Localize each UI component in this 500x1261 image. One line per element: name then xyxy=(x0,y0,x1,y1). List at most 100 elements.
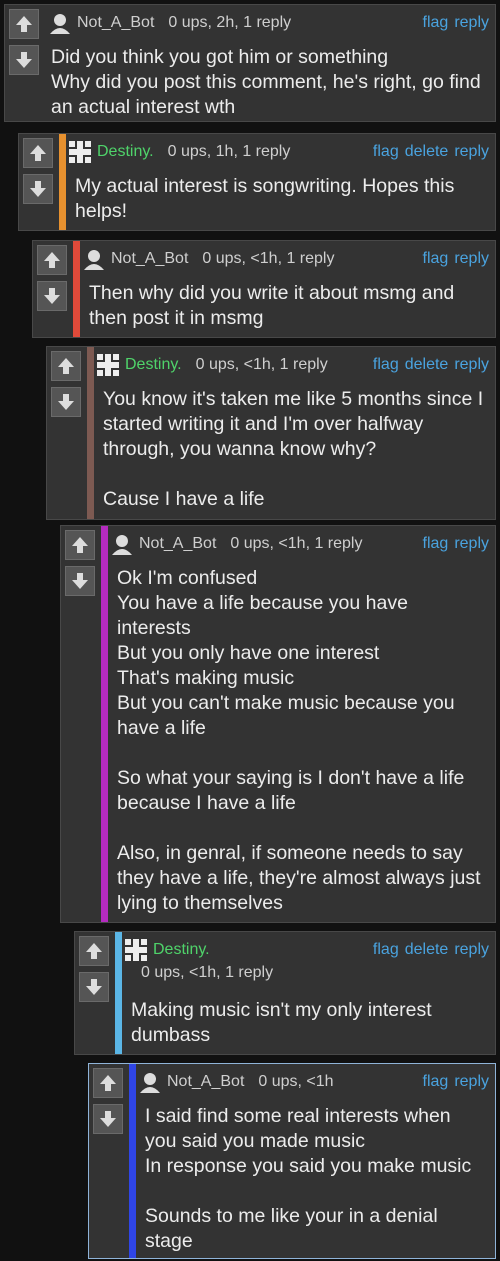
avatar xyxy=(69,141,91,163)
vote-controls xyxy=(37,245,69,317)
avatar xyxy=(97,354,119,376)
flag-link[interactable]: flag xyxy=(423,250,449,268)
comment-line: Cause I have a life xyxy=(103,488,265,510)
comment-header: Not_A_Bot 0 ups, <1h flag reply xyxy=(139,1068,489,1096)
vote-controls xyxy=(51,351,83,423)
comment-actions: flag delete reply xyxy=(373,356,489,374)
comment-header: Destiny. 0 ups, 1h, 1 reply flag delete … xyxy=(69,138,489,166)
thread-depth-stripe xyxy=(129,1064,136,1258)
identicon-avatar-icon xyxy=(125,939,147,961)
comment-meta: 0 ups, <1h, 1 reply xyxy=(141,964,274,981)
comment-line: But you only have one interest xyxy=(117,642,380,664)
thread-depth-stripe xyxy=(115,932,122,1054)
vote-controls xyxy=(9,9,41,81)
downvote-button[interactable] xyxy=(65,566,95,596)
delete-link[interactable]: delete xyxy=(405,941,449,959)
thread-depth-stripe xyxy=(73,241,80,337)
thread-depth-stripe xyxy=(59,134,66,230)
flag-link[interactable]: flag xyxy=(373,941,399,959)
upvote-button[interactable] xyxy=(37,245,67,275)
comment-actions: flag reply xyxy=(423,535,489,553)
vote-controls xyxy=(23,138,55,210)
comment-body: Ok I'm confused You have a life because … xyxy=(117,566,487,916)
comment-actions: flag delete reply xyxy=(373,941,489,959)
username[interactable]: Not_A_Bot xyxy=(111,250,188,268)
comment-6: Not_A_Bot 0 ups, <1h flag reply I said f… xyxy=(88,1063,496,1259)
comment-header: Not_A_Bot 0 ups, <1h, 1 reply flag reply xyxy=(83,245,489,273)
comment-line: My actual interest is songwriting. Hopes… xyxy=(75,175,455,222)
comment-5: Destiny. flag delete reply 0 ups, <1h, 1… xyxy=(74,931,496,1055)
reply-link[interactable]: reply xyxy=(454,535,489,553)
flag-link[interactable]: flag xyxy=(423,14,449,32)
downvote-button[interactable] xyxy=(93,1104,123,1134)
comment-line: Sounds to me like your in a denial stage xyxy=(145,1205,438,1252)
reply-link[interactable]: reply xyxy=(454,14,489,32)
upvote-button[interactable] xyxy=(51,351,81,381)
comment-meta: 0 ups, <1h, 1 reply xyxy=(202,250,335,267)
comment-line: You have a life because you have interes… xyxy=(117,592,408,639)
comment-line: I said find some real interests when you… xyxy=(145,1105,451,1152)
user-avatar-icon xyxy=(50,14,70,34)
comment-body: My actual interest is songwriting. Hopes… xyxy=(75,174,487,224)
arrow-down-icon xyxy=(44,288,60,304)
arrow-down-icon xyxy=(30,181,46,197)
comment-meta: 0 ups, <1h xyxy=(258,1073,334,1090)
arrow-up-icon xyxy=(86,943,102,959)
flag-link[interactable]: flag xyxy=(373,356,399,374)
comment-line: But you can't make music because you hav… xyxy=(117,692,455,739)
comment-body: Did you think you got him or something W… xyxy=(51,45,487,120)
comment-actions: flag reply xyxy=(423,250,489,268)
arrow-down-icon xyxy=(58,394,74,410)
flag-link[interactable]: flag xyxy=(423,1073,449,1091)
reply-link[interactable]: reply xyxy=(454,356,489,374)
delete-link[interactable]: delete xyxy=(405,356,449,374)
identicon-avatar-icon xyxy=(69,141,91,163)
reply-link[interactable]: reply xyxy=(454,250,489,268)
delete-link[interactable]: delete xyxy=(405,143,449,161)
avatar xyxy=(49,12,71,34)
comment-2: Not_A_Bot 0 ups, <1h, 1 reply flag reply… xyxy=(32,240,496,338)
username[interactable]: Not_A_Bot xyxy=(77,14,154,32)
avatar xyxy=(83,248,105,270)
arrow-up-icon xyxy=(100,1075,116,1091)
username[interactable]: Destiny. xyxy=(153,941,210,959)
arrow-up-icon xyxy=(44,252,60,268)
comment-body: Making music isn't my only interest dumb… xyxy=(131,998,487,1048)
comment-line: So what your saying is I don't have a li… xyxy=(117,767,465,814)
arrow-down-icon xyxy=(100,1111,116,1127)
downvote-button[interactable] xyxy=(37,281,67,311)
upvote-button[interactable] xyxy=(9,9,39,39)
username[interactable]: Destiny. xyxy=(125,356,182,374)
username[interactable]: Not_A_Bot xyxy=(167,1073,244,1091)
downvote-button[interactable] xyxy=(79,972,109,1002)
username[interactable]: Not_A_Bot xyxy=(139,535,216,553)
vote-controls xyxy=(79,936,111,1008)
upvote-button[interactable] xyxy=(65,530,95,560)
upvote-button[interactable] xyxy=(79,936,109,966)
comment-line: In response you said you make music xyxy=(145,1155,472,1177)
downvote-button[interactable] xyxy=(9,45,39,75)
avatar xyxy=(139,1071,161,1093)
user-avatar-icon xyxy=(140,1073,160,1093)
upvote-button[interactable] xyxy=(93,1068,123,1098)
reply-link[interactable]: reply xyxy=(454,941,489,959)
comment-meta: 0 ups, <1h, 1 reply xyxy=(195,356,328,373)
comment-actions: flag delete reply xyxy=(373,143,489,161)
comment-line: That's making music xyxy=(117,667,295,689)
username[interactable]: Destiny. xyxy=(97,143,154,161)
arrow-up-icon xyxy=(30,145,46,161)
comment-actions: flag reply xyxy=(423,1073,489,1091)
upvote-button[interactable] xyxy=(23,138,53,168)
comment-4: Not_A_Bot 0 ups, <1h, 1 reply flag reply… xyxy=(60,525,496,923)
reply-link[interactable]: reply xyxy=(454,143,489,161)
flag-link[interactable]: flag xyxy=(423,535,449,553)
reply-link[interactable]: reply xyxy=(454,1073,489,1091)
downvote-button[interactable] xyxy=(23,174,53,204)
user-avatar-icon xyxy=(84,250,104,270)
comment-line: Did you think you got him or something xyxy=(51,46,389,68)
downvote-button[interactable] xyxy=(51,387,81,417)
flag-link[interactable]: flag xyxy=(373,143,399,161)
comment-line: Making music isn't my only interest dumb… xyxy=(131,999,432,1046)
arrow-down-icon xyxy=(72,573,88,589)
comment-meta: 0 ups, <1h, 1 reply xyxy=(230,535,363,552)
